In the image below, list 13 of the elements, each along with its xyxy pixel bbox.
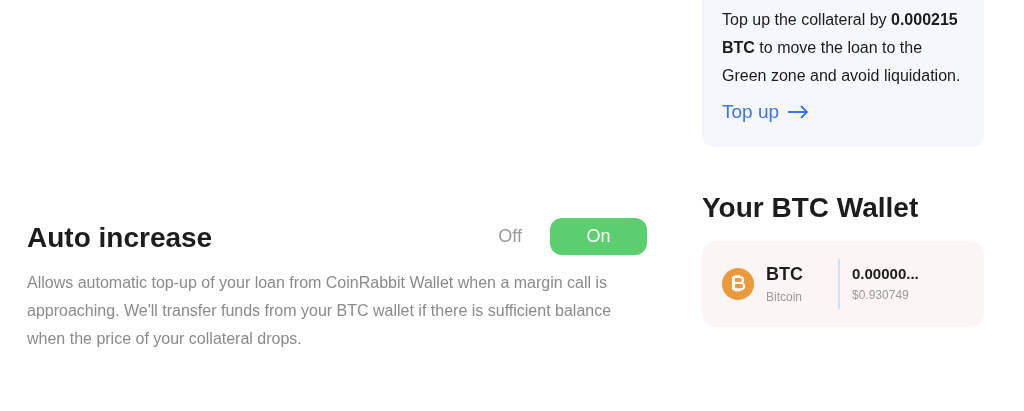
section-title: Auto increase <box>27 221 213 255</box>
notice-text: Top up the collateral by 0.000215 BTC to move the loan to the Green zone and avoid liquidation. <box>722 10 962 86</box>
description: Allows automatic top-up of your loan from CoinRabbit Wallet when a margin call is approaching. We'll transfer funds from your BTC wallet if there is sufficient balance when the price of your collateral drops. <box>27 273 613 349</box>
toggle-option[interactable]: On <box>550 217 647 255</box>
toggle-option[interactable]: Off <box>490 217 530 255</box>
bitcoin-icon <box>722 267 754 300</box>
wallet-title: Your BTC Wallet <box>702 190 920 225</box>
top-up-link[interactable]: Top up <box>722 98 810 127</box>
fiat-value: $0.930749 <box>852 286 910 304</box>
coin-balance: 0.00000... <box>852 264 919 285</box>
coin-name: Bitcoin <box>766 289 804 306</box>
coin-symbol: BTC <box>766 263 804 286</box>
arrow-right-icon <box>787 105 810 120</box>
